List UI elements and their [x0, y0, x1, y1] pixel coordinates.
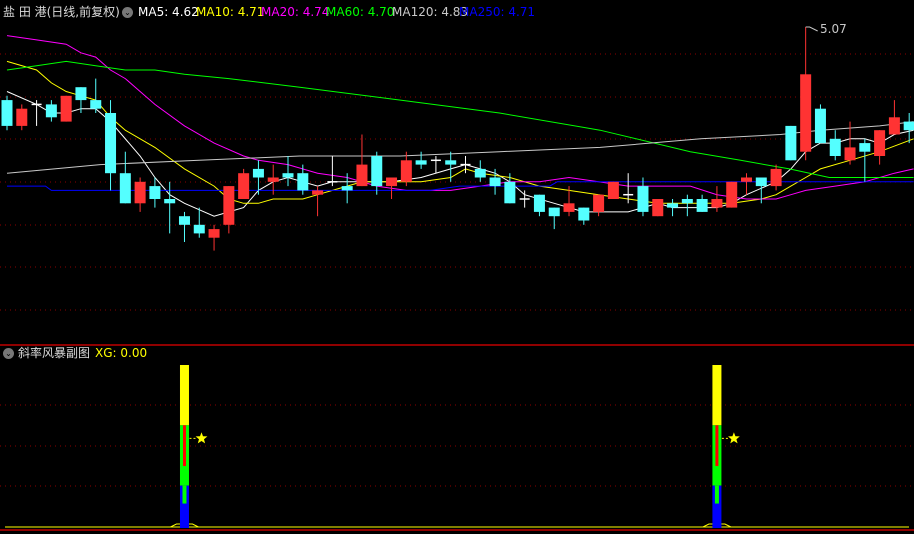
candle-down — [105, 113, 117, 174]
candle-up — [400, 160, 412, 182]
candle-up — [593, 194, 605, 212]
candle-down — [445, 160, 457, 165]
candle-down — [282, 173, 294, 178]
candle-down — [178, 216, 190, 225]
candle-up — [844, 147, 856, 161]
candle-up — [312, 190, 324, 195]
candle-up — [60, 95, 72, 122]
candle-down — [489, 177, 501, 187]
candle-down — [75, 87, 87, 101]
ma120-label: MA120: 4.83 — [392, 5, 469, 19]
candle-up — [711, 199, 723, 208]
stock-title: 盐 田 港(日线,前复权) — [3, 5, 120, 19]
high-marker — [805, 26, 818, 32]
ma250-label: MA250: 4.71 — [459, 5, 536, 19]
sub-chevron-down-icon[interactable]: ⌄ — [3, 348, 14, 359]
candle-down — [371, 156, 383, 187]
candle-up — [267, 177, 279, 182]
signal-red-bar — [182, 425, 186, 467]
candle-down — [829, 138, 841, 156]
candle-down — [297, 173, 309, 191]
candle-down — [696, 199, 708, 212]
candle-up — [888, 117, 900, 135]
candle-up — [134, 181, 146, 204]
signal-inner-green-bar — [182, 485, 187, 504]
high-price-annotation: 5.07 — [820, 22, 847, 36]
candle-down — [193, 224, 205, 234]
ma10-label: MA10: 4.71 — [196, 5, 265, 19]
candle-down — [415, 160, 427, 165]
candle-down — [1, 100, 13, 126]
candle-down — [903, 121, 914, 131]
ma5-label: MA5: 4.62 — [138, 5, 199, 19]
candle-down — [533, 194, 545, 212]
candle-up — [208, 229, 220, 238]
candle-up — [770, 168, 782, 187]
chevron-down-icon[interactable]: ⌄ — [122, 7, 133, 18]
candle-down — [149, 186, 161, 199]
xg-label: XG: 0.00 — [95, 346, 148, 360]
candle-down — [785, 125, 797, 161]
candle-up — [238, 173, 250, 199]
candle-down — [814, 108, 826, 144]
signal-yellow-bar — [712, 365, 722, 426]
candle-down — [164, 199, 176, 204]
star-icon — [728, 432, 740, 444]
candle-down — [119, 173, 131, 204]
signal-red-bar — [715, 425, 719, 467]
candle-down — [637, 186, 649, 212]
star-icon — [195, 432, 208, 444]
candle-down — [474, 168, 486, 178]
signal-yellow-bar — [179, 365, 189, 426]
stock-chart[interactable] — [0, 0, 914, 534]
ma120-line — [6, 121, 914, 174]
candle-down — [548, 207, 560, 217]
candle-up — [16, 108, 28, 126]
candle-up — [726, 181, 738, 208]
candle-up — [563, 203, 575, 212]
candle-down — [252, 168, 264, 178]
candle-up — [652, 199, 664, 217]
candle-down — [45, 104, 57, 118]
ma60-label: MA60: 4.70 — [326, 5, 395, 19]
candle-up — [356, 164, 368, 187]
candle-up — [386, 177, 398, 187]
candle-up — [874, 130, 886, 156]
candle-down — [578, 207, 590, 221]
candle-down — [667, 203, 679, 208]
candle-down — [341, 186, 353, 191]
sub-chart-title: 斜率风暴副图 — [18, 346, 91, 360]
candle-up — [800, 74, 812, 152]
candle-up — [223, 186, 235, 225]
candle-down — [504, 181, 516, 204]
ma20-label: MA20: 4.74 — [261, 5, 330, 19]
candle-down — [90, 100, 102, 109]
candle-up — [741, 177, 752, 182]
candle-up — [607, 181, 619, 199]
candle-down — [755, 177, 767, 187]
candle-down — [859, 143, 871, 152]
candle-down — [681, 199, 693, 204]
signal-inner-green-bar — [714, 485, 719, 504]
